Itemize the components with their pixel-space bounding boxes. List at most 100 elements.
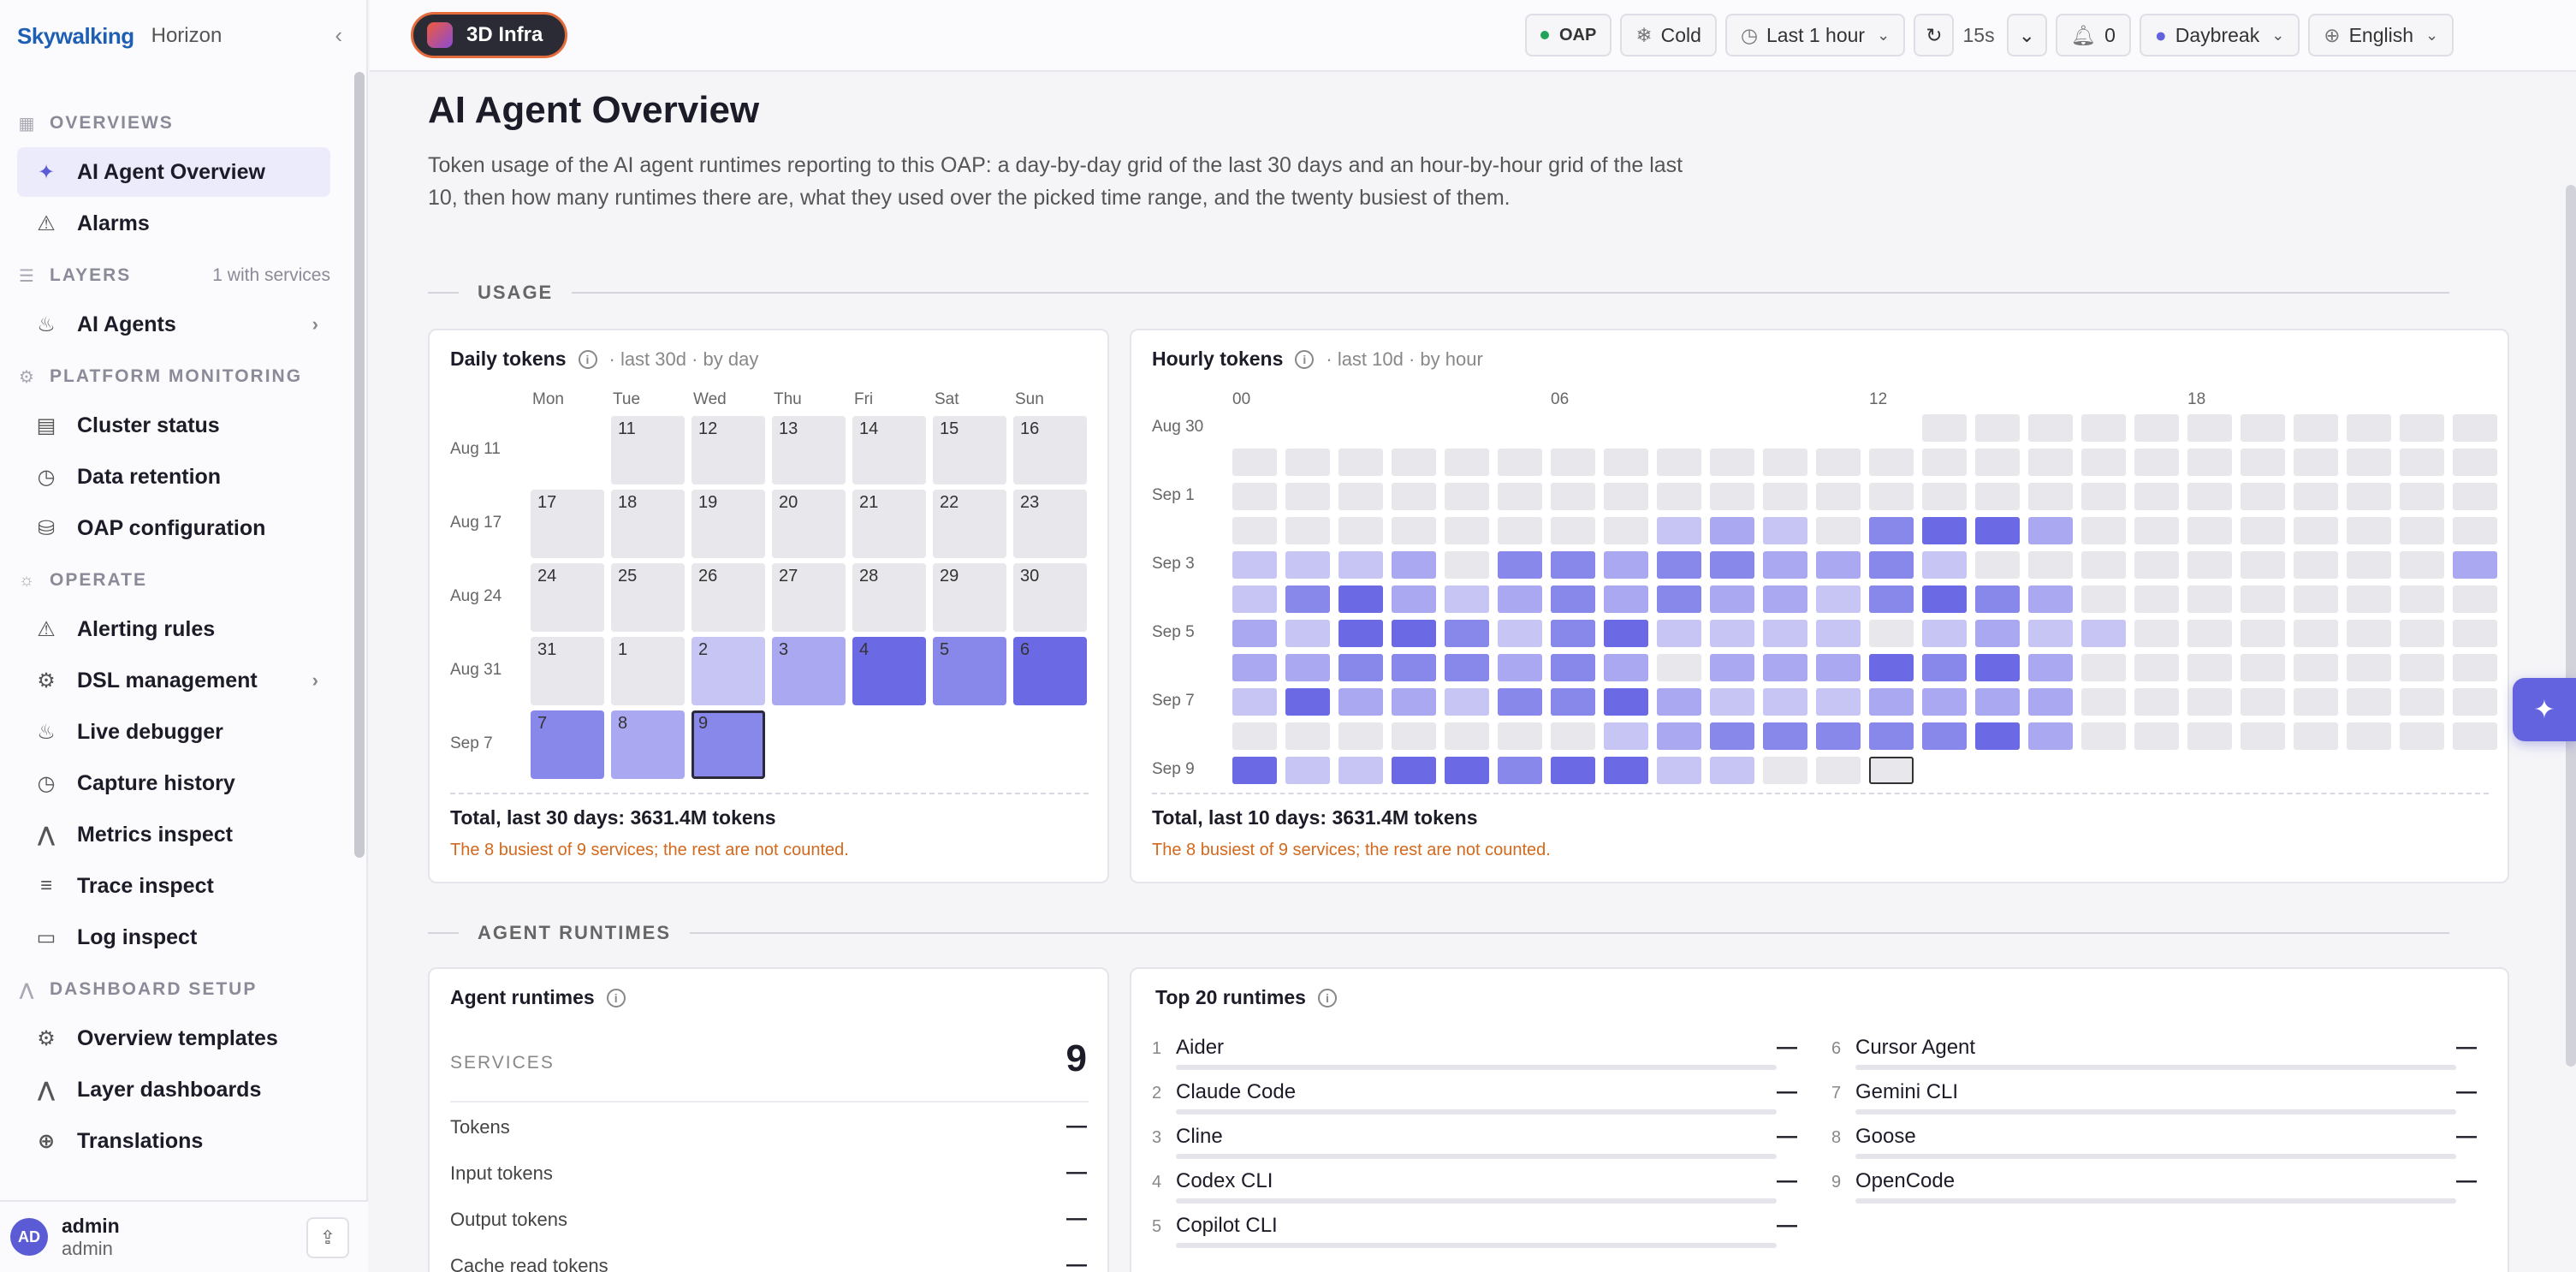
hour-cell[interactable] [2241,620,2285,647]
hour-cell[interactable] [1551,449,1595,476]
hour-cell[interactable] [2347,517,2391,544]
hour-cell[interactable] [1816,585,1861,613]
hour-cell[interactable] [1232,688,1277,716]
hour-cell[interactable] [1604,585,1648,613]
hour-cell[interactable] [1975,585,2020,613]
day-cell[interactable]: 4 [852,637,926,705]
day-cell[interactable]: 31 [531,637,604,705]
hour-cell[interactable] [2134,414,2179,442]
avatar[interactable]: AD [10,1218,48,1256]
day-cell[interactable]: 5 [933,637,1006,705]
hour-cell[interactable] [1975,517,2020,544]
hour-cell[interactable] [1551,757,1595,784]
runtime-name[interactable]: Goose [1855,1125,1916,1149]
hour-cell[interactable] [1869,483,1914,510]
hour-cell[interactable] [1657,722,1701,750]
hour-cell[interactable] [1392,620,1436,647]
hour-cell[interactable] [2134,585,2179,613]
hour-cell[interactable] [1604,654,1648,681]
hour-cell[interactable] [1763,757,1807,784]
hour-cell[interactable] [1232,620,1277,647]
day-cell[interactable]: 18 [611,490,685,558]
hour-cell[interactable] [1710,722,1754,750]
hour-cell[interactable] [2400,722,2444,750]
hour-cell[interactable] [1816,722,1861,750]
sidebar-item-ai-agent-overview[interactable]: ✦ AI Agent Overview [17,147,330,197]
day-cell[interactable]: 19 [691,490,765,558]
hour-cell[interactable] [1922,414,1967,442]
sidebar-item-translations[interactable]: ⊕ Translations [17,1116,330,1166]
hour-cell[interactable] [1975,620,2020,647]
hour-cell[interactable] [1710,585,1754,613]
hour-cell[interactable] [2081,483,2126,510]
hour-cell[interactable] [1816,551,1861,579]
hour-cell[interactable] [1816,620,1861,647]
hour-cell[interactable] [1922,517,1967,544]
hour-cell[interactable] [2453,551,2497,579]
hour-cell[interactable] [2453,483,2497,510]
hour-cell[interactable] [2241,722,2285,750]
hour-cell[interactable] [1551,654,1595,681]
hour-cell[interactable] [2453,722,2497,750]
sidebar-item-data-retention[interactable]: ◷ Data retention [17,452,330,502]
hour-cell[interactable] [2294,449,2338,476]
hour-cell[interactable] [2400,688,2444,716]
hour-cell[interactable] [2241,483,2285,510]
hour-cell[interactable] [1975,722,2020,750]
day-cell[interactable]: 2 [691,637,765,705]
hour-cell[interactable] [1975,483,2020,510]
hour-cell[interactable] [1232,722,1277,750]
hour-cell[interactable] [1445,449,1489,476]
hour-cell[interactable] [1285,585,1330,613]
hour-cell[interactable] [2081,517,2126,544]
hour-cell[interactable] [2081,449,2126,476]
hour-cell[interactable] [2400,620,2444,647]
hour-cell[interactable] [2294,585,2338,613]
runtime-name[interactable]: Cursor Agent [1855,1036,1975,1060]
hour-cell[interactable] [1710,517,1754,544]
sidebar-item-trace-inspect[interactable]: ≡ Trace inspect [17,861,330,911]
runtime-name[interactable]: Gemini CLI [1855,1080,1958,1104]
hour-cell[interactable] [1763,620,1807,647]
sidebar-item-dsl-management[interactable]: ⚙ DSL management › [17,656,330,705]
day-cell[interactable]: 11 [611,416,685,484]
runtime-name[interactable]: Aider [1176,1036,1224,1060]
sidebar-item-oap-configuration[interactable]: ⛁ OAP configuration [17,503,330,553]
hour-cell[interactable] [2028,517,2073,544]
hour-cell[interactable] [1657,449,1701,476]
collapse-sidebar-icon[interactable]: ‹ [335,22,342,49]
hour-cell[interactable] [2081,620,2126,647]
hour-cell[interactable] [2028,654,2073,681]
hour-cell[interactable] [1285,757,1330,784]
hour-cell[interactable] [2134,483,2179,510]
hour-cell[interactable] [1338,551,1383,579]
infra-3d-button[interactable]: 3D Infra [411,12,568,58]
hour-cell[interactable] [1498,688,1542,716]
hour-cell[interactable] [2187,414,2232,442]
hour-cell[interactable] [1498,620,1542,647]
sidebar-item-layer-dashboards[interactable]: ⋀ Layer dashboards [17,1065,330,1114]
hour-cell[interactable] [2453,449,2497,476]
hour-cell[interactable] [1551,551,1595,579]
hour-cell[interactable] [1392,483,1436,510]
hour-cell[interactable] [1710,449,1754,476]
day-cell[interactable]: 14 [852,416,926,484]
hour-cell[interactable] [1604,483,1648,510]
runtime-name[interactable]: Cline [1176,1125,1223,1149]
hour-cell[interactable] [1763,688,1807,716]
day-cell[interactable]: 1 [611,637,685,705]
hour-cell[interactable] [2347,620,2391,647]
day-cell[interactable]: 26 [691,563,765,632]
sidebar-item-cluster-status[interactable]: ▤ Cluster status [17,401,330,450]
hour-cell[interactable] [2187,654,2232,681]
day-cell[interactable]: 22 [933,490,1006,558]
hour-cell[interactable] [1498,517,1542,544]
hour-cell[interactable] [1975,449,2020,476]
hour-cell[interactable] [1922,551,1967,579]
hour-cell[interactable] [1392,517,1436,544]
day-cell[interactable]: 20 [772,490,846,558]
hour-cell[interactable] [2028,620,2073,647]
day-cell[interactable]: 17 [531,490,604,558]
hour-cell[interactable] [1551,620,1595,647]
hour-cell[interactable] [1869,722,1914,750]
